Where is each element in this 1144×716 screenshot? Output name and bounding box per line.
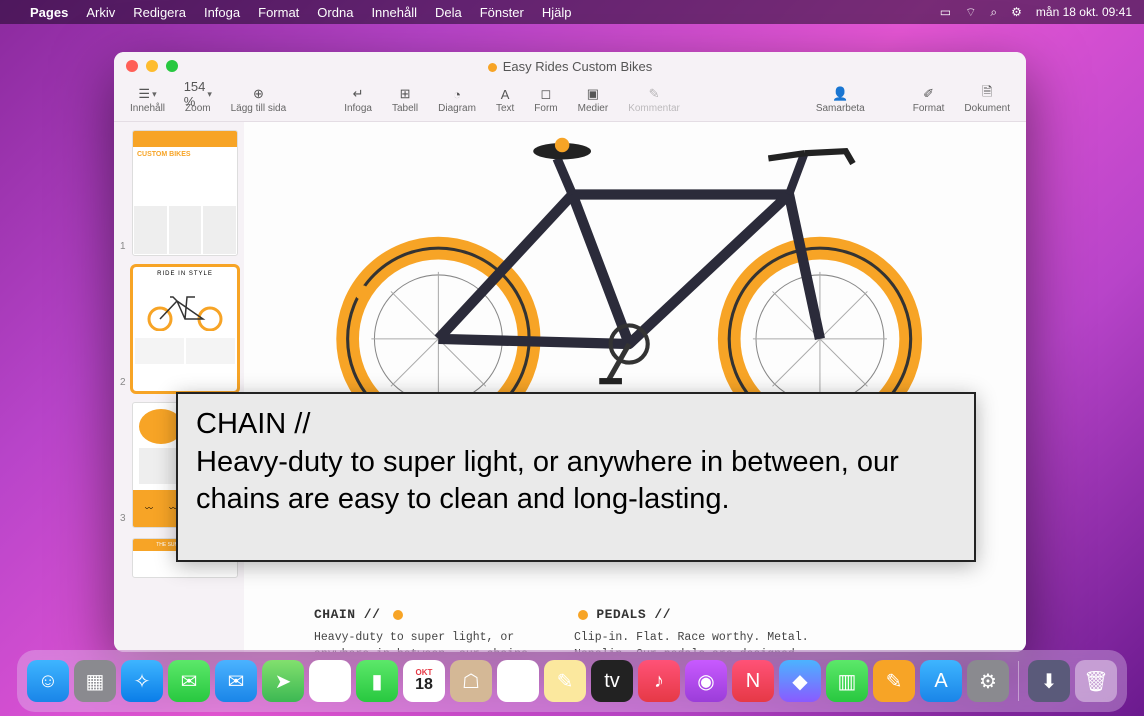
reminders-icon[interactable]: ☰: [497, 660, 539, 702]
notes-icon[interactable]: ✎: [544, 660, 586, 702]
comment-button[interactable]: ✎Kommentar: [622, 87, 686, 114]
trash-icon[interactable]: 🗑: [1075, 660, 1117, 702]
dock: ☺ ▦ ✧ ✉ ✉ ➤ ✿ ▮ OKT18 ☖ ☰ ✎ tv ♪ ◉ N ◆ ▥…: [17, 650, 1127, 712]
page-thumbnail-2[interactable]: RIDE IN STYLE: [132, 266, 238, 392]
messages-icon[interactable]: ✉: [168, 660, 210, 702]
menu-item-infoga[interactable]: Infoga: [204, 5, 240, 20]
menu-item-hjalp[interactable]: Hjälp: [542, 5, 572, 20]
page-thumbnail-1[interactable]: CUSTOM BIKES: [132, 130, 238, 256]
shortcuts-icon[interactable]: ◆: [779, 660, 821, 702]
toolbar: ☰▾Innehåll 154 %▾Zoom ⊕Lägg till sida ↵I…: [114, 80, 1026, 122]
news-icon[interactable]: N: [732, 660, 774, 702]
finder-icon[interactable]: ☺: [27, 660, 69, 702]
zoom-button[interactable]: 154 %▾Zoom: [179, 87, 217, 114]
section-pedals: PEDALS // Clip-in. Flat. Race worthy. Me…: [574, 607, 814, 652]
minimize-button[interactable]: [146, 60, 158, 72]
maps-icon[interactable]: ➤: [262, 660, 304, 702]
mail-icon[interactable]: ✉: [215, 660, 257, 702]
thumbnails-sidebar[interactable]: 1 CUSTOM BIKES 2 RIDE IN STYLE: [114, 122, 244, 652]
contacts-icon[interactable]: ☖: [450, 660, 492, 702]
shape-button[interactable]: ◻Form: [528, 87, 563, 114]
document-button[interactable]: 🗎Dokument: [958, 87, 1016, 114]
window-title: Easy Rides Custom Bikes: [503, 59, 653, 74]
menu-item-ordna[interactable]: Ordna: [317, 5, 353, 20]
clock[interactable]: mån 18 okt. 09:41: [1036, 5, 1132, 19]
add-page-button[interactable]: ⊕Lägg till sida: [225, 87, 293, 114]
chain-body: Heavy-duty to super light, or anywhere i…: [314, 630, 554, 652]
preferences-icon[interactable]: ⚙: [967, 660, 1009, 702]
downloads-icon[interactable]: ⬇: [1028, 660, 1070, 702]
collaborate-button[interactable]: 👤Samarbeta: [810, 87, 871, 114]
marker-icon: [578, 610, 588, 620]
fullscreen-button[interactable]: [166, 60, 178, 72]
edited-indicator-icon: [488, 63, 497, 72]
zoom-heading: CHAIN //: [196, 408, 310, 440]
podcasts-icon[interactable]: ◉: [685, 660, 727, 702]
numbers-icon[interactable]: ▥: [826, 660, 868, 702]
table-button[interactable]: ⊞Tabell: [386, 87, 424, 114]
zoom-body: Heavy-duty to super light, or anywhere i…: [196, 446, 899, 516]
tv-icon[interactable]: tv: [591, 660, 633, 702]
view-button[interactable]: ☰▾Innehåll: [124, 87, 171, 114]
dock-separator: [1018, 661, 1019, 701]
menu-item-arkiv[interactable]: Arkiv: [86, 5, 115, 20]
menu-item-dela[interactable]: Dela: [435, 5, 462, 20]
text-button[interactable]: AText: [490, 87, 520, 114]
document-canvas[interactable]: CHAIN // Heavy-duty to super light, or a…: [244, 122, 1026, 652]
wifi-icon[interactable]: ⌔: [965, 5, 976, 20]
search-icon[interactable]: ⌕: [990, 5, 997, 20]
menu-item-redigera[interactable]: Redigera: [133, 5, 186, 20]
accessibility-zoom-overlay: CHAIN // Heavy-duty to super light, or a…: [176, 392, 976, 562]
section-chain: CHAIN // Heavy-duty to super light, or a…: [314, 607, 554, 652]
launchpad-icon[interactable]: ▦: [74, 660, 116, 702]
safari-icon[interactable]: ✧: [121, 660, 163, 702]
pages-window: Easy Rides Custom Bikes ☰▾Innehåll 154 %…: [114, 52, 1026, 652]
photos-icon[interactable]: ✿: [309, 660, 351, 702]
menu-app[interactable]: Pages: [30, 5, 68, 20]
control-center-icon[interactable]: ⚙: [1011, 5, 1022, 19]
pages-icon[interactable]: ✎: [873, 660, 915, 702]
close-button[interactable]: [126, 60, 138, 72]
menu-item-format[interactable]: Format: [258, 5, 299, 20]
titlebar[interactable]: Easy Rides Custom Bikes: [114, 52, 1026, 80]
chain-heading: CHAIN //: [314, 607, 380, 622]
battery-icon[interactable]: ▭: [940, 5, 951, 19]
pedals-heading: PEDALS //: [596, 607, 671, 622]
media-button[interactable]: ▣Medier: [572, 87, 615, 114]
menubar: Pages Arkiv Redigera Infoga Format Ordna…: [0, 0, 1144, 24]
appstore-icon[interactable]: A: [920, 660, 962, 702]
chart-button[interactable]: ◔Diagram: [432, 87, 482, 114]
format-button[interactable]: ✐Format: [907, 87, 951, 114]
facetime-icon[interactable]: ▮: [356, 660, 398, 702]
pedals-body: Clip-in. Flat. Race worthy. Metal. Nonsl…: [574, 630, 814, 652]
calendar-icon[interactable]: OKT18: [403, 660, 445, 702]
menu-item-innehall[interactable]: Innehåll: [371, 5, 417, 20]
menu-item-fonster[interactable]: Fönster: [480, 5, 524, 20]
insert-button[interactable]: ↵Infoga: [338, 87, 378, 114]
marker-icon: [393, 610, 403, 620]
music-icon[interactable]: ♪: [638, 660, 680, 702]
